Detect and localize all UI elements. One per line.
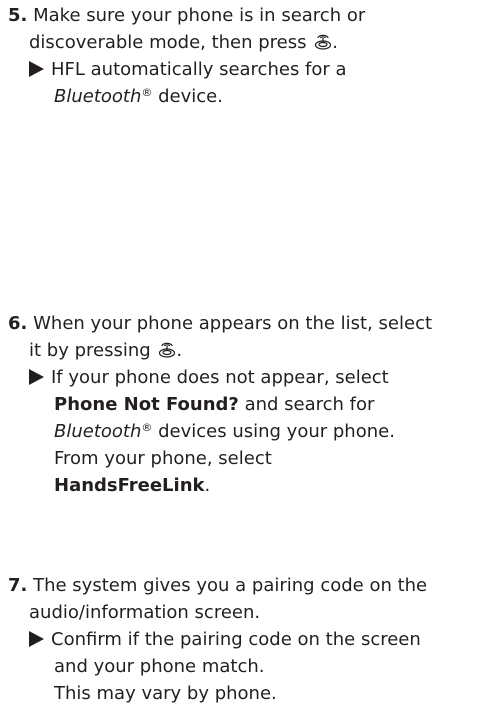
note-line-5: HandsFreeLink. [8, 472, 470, 499]
phone-not-found-option: Phone Not Found? [54, 394, 239, 415]
note-arrow-icon [29, 631, 44, 647]
step-number: 5. [8, 5, 28, 26]
step-6-line-2: it by pressing . [8, 337, 470, 364]
note-line-1: If your phone does not appear, select [8, 364, 470, 391]
note-line-3: Bluetooth® devices using your phone. [8, 418, 470, 445]
step-number: 7. [8, 575, 28, 596]
note-text: devices using your phone. [152, 421, 395, 442]
selector-knob-icon [314, 32, 332, 51]
note-text: From your phone, select [54, 448, 272, 469]
bluetooth-term: Bluetooth [54, 421, 142, 442]
result-line-2: Bluetooth® device. [8, 83, 470, 110]
note-line-3: This may vary by phone. [8, 680, 470, 707]
note-text: Confirm if the pairing code on the scree… [51, 629, 421, 650]
note-text: If your phone does not appear, select [51, 367, 389, 388]
step-text-end: . [332, 32, 338, 53]
step-7: 7. The system gives you a pairing code o… [8, 572, 470, 707]
step-5-line-1: 5. Make sure your phone is in search or [8, 2, 470, 29]
manual-page: { "steps": [ { "number": "5.", "line1": … [0, 0, 477, 723]
step-text: Make sure your phone is in search or [33, 5, 366, 26]
registered-mark: ® [141, 86, 153, 99]
step-5: 5. Make sure your phone is in search or … [8, 2, 470, 110]
note-line-4: From your phone, select [8, 445, 470, 472]
handsfreelink-option: HandsFreeLink [54, 475, 205, 496]
step-text: When your phone appears on the list, sel… [33, 313, 433, 334]
step-text-end: . [176, 340, 183, 361]
note-line-2: Phone Not Found? and search for [8, 391, 470, 418]
note-text: This may vary by phone. [54, 683, 277, 704]
step-7-line-1: 7. The system gives you a pairing code o… [8, 572, 470, 599]
step-7-line-2: audio/information screen. [8, 599, 470, 626]
step-5-line-2: discoverable mode, then press . [8, 29, 470, 56]
registered-mark: ® [141, 421, 153, 434]
note-line-1: Confirm if the pairing code on the scree… [8, 626, 470, 653]
selector-knob-icon [158, 340, 176, 359]
note-text: and your phone match. [54, 656, 265, 677]
result-arrow-icon [29, 61, 44, 77]
step-6-line-1: 6. When your phone appears on the list, … [8, 310, 470, 337]
step-text: audio/information screen. [29, 602, 261, 623]
note-text-end: . [204, 475, 211, 496]
result-text: HFL automatically searches for a [51, 59, 347, 80]
note-text: and search for [238, 394, 375, 415]
step-6: 6. When your phone appears on the list, … [8, 310, 470, 499]
step-text: discoverable mode, then press [29, 32, 307, 53]
step-number: 6. [8, 313, 28, 334]
note-line-2: and your phone match. [8, 653, 470, 680]
note-arrow-icon [29, 369, 44, 385]
result-line-1: HFL automatically searches for a [8, 56, 470, 83]
step-text: The system gives you a pairing code on t… [33, 575, 428, 596]
bluetooth-term: Bluetooth [54, 86, 142, 107]
step-text: it by pressing [29, 340, 151, 361]
result-text: device. [152, 86, 223, 107]
